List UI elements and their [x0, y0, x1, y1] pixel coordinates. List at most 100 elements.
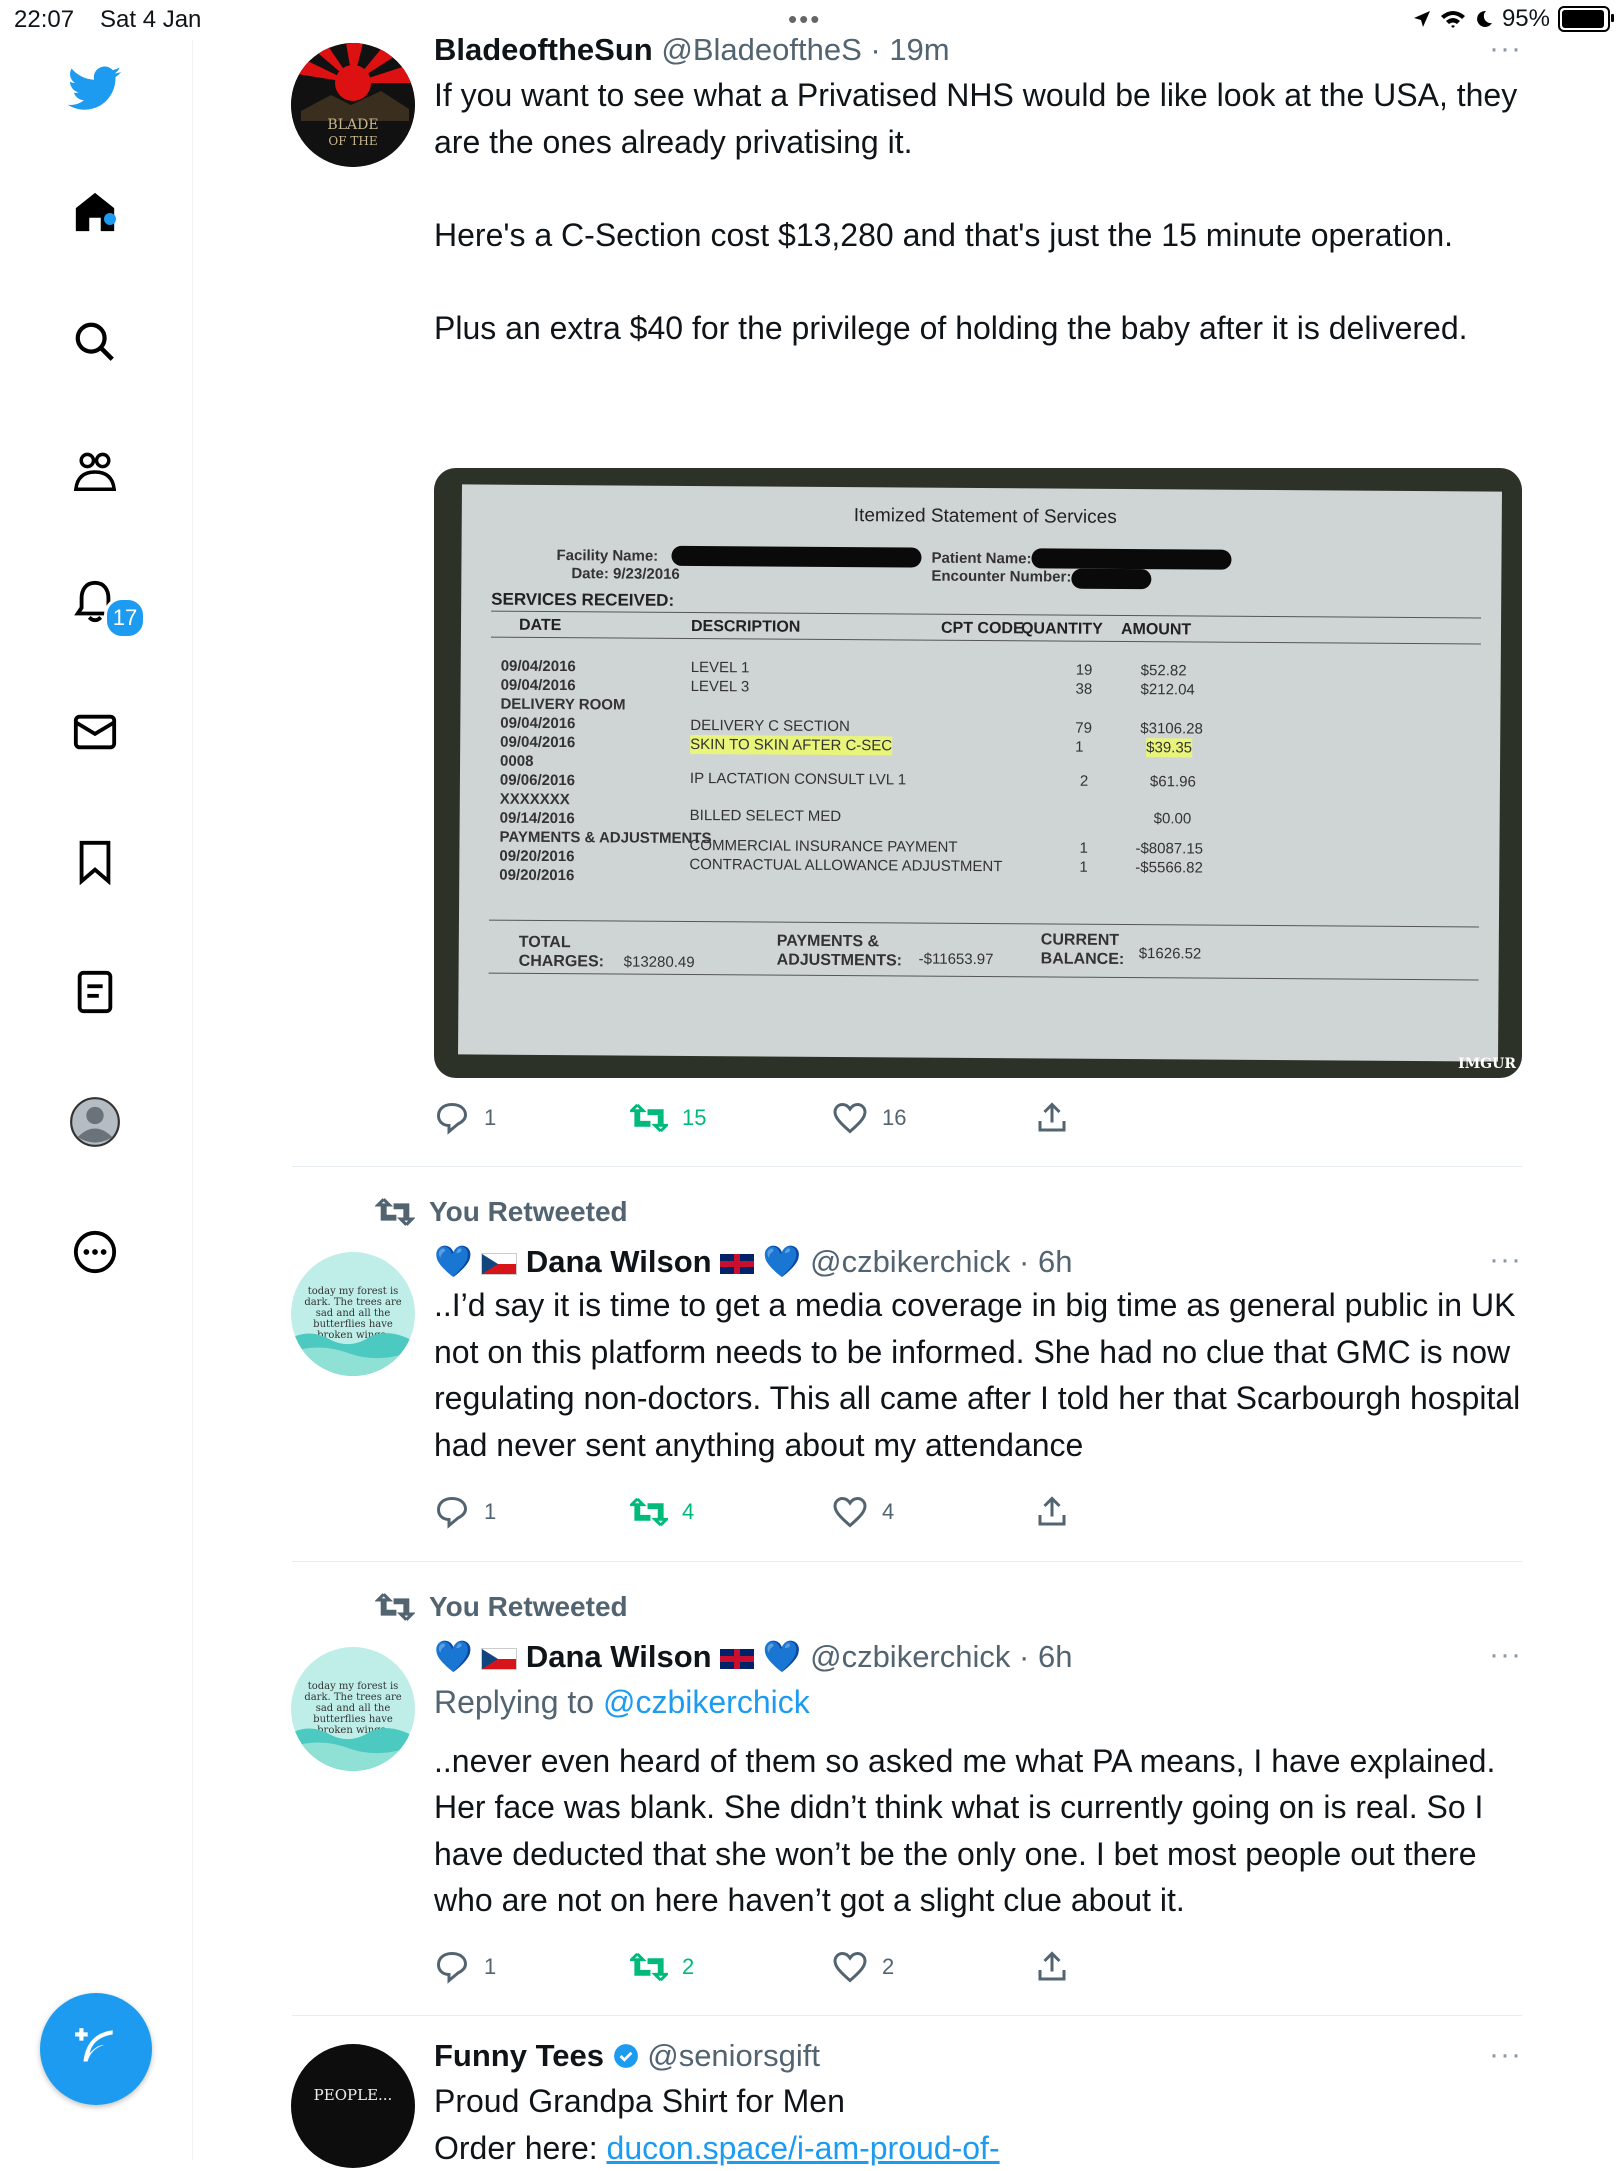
receipt-desc-csection: DELIVERY C SECTION — [690, 716, 850, 736]
like-button[interactable]: 2 — [832, 1949, 1034, 1985]
retweeted-label: You Retweeted — [429, 1591, 628, 1623]
home-icon[interactable] — [66, 183, 124, 241]
retweet-small-icon — [375, 1590, 415, 1624]
receipt-amt-lactation: $61.96 — [1150, 772, 1196, 791]
tweet-more-icon[interactable]: ··· — [1489, 1243, 1522, 1277]
blue-heart-icon: 💙 — [763, 1244, 802, 1279]
tweet-author-handle[interactable]: @BladeoftheS — [661, 32, 861, 67]
like-button[interactable]: 4 — [832, 1494, 1034, 1530]
multitask-dots-icon[interactable]: ••• — [788, 4, 821, 35]
reply-button[interactable]: 1 — [434, 1100, 630, 1136]
tweet-author-name[interactable]: Funny Tees — [434, 2038, 604, 2073]
reply-icon — [434, 1100, 470, 1136]
bookmarks-icon[interactable] — [66, 833, 124, 891]
twitter-logo-icon[interactable] — [66, 60, 124, 118]
retweeted-indicator: You Retweeted — [375, 1195, 628, 1229]
do-not-disturb-icon — [1474, 9, 1494, 29]
receipt-rule — [489, 973, 1479, 981]
tweet-image[interactable]: Itemized Statement of Services Facility … — [434, 468, 1522, 1078]
receipt-qty-levels: 19 38 — [1076, 661, 1093, 699]
share-icon — [1034, 1949, 1070, 1985]
retweet-button[interactable]: 4 — [630, 1494, 832, 1530]
receipt-desc-lactation: IP LACTATION CONSULT LVL 1 — [690, 769, 906, 790]
share-button[interactable] — [1034, 1949, 1070, 1985]
czech-flag-icon — [481, 1253, 517, 1275]
receipt-amt-billed: $0.00 — [1154, 809, 1192, 828]
receipt-dates: 09/04/2016 09/04/2016 DELIVERY ROOM 09/0… — [499, 657, 713, 886]
tweet-text: Proud Grandpa Shirt for Men — [434, 2078, 1522, 2125]
receipt-patient-label: Patient Name: — [931, 550, 1031, 568]
redaction-bar — [1071, 569, 1151, 590]
receipt-rule — [491, 611, 1481, 619]
receipt-payments-value: -$11653.97 — [919, 950, 994, 970]
messages-icon[interactable] — [66, 703, 124, 761]
compose-feather-icon — [71, 2024, 121, 2074]
reply-icon — [434, 1494, 470, 1530]
receipt-desc-billed: BILLED SELECT MED — [690, 806, 842, 826]
search-icon[interactable] — [66, 313, 124, 371]
reply-count: 1 — [484, 1954, 496, 1980]
profile-avatar-icon[interactable] — [66, 1093, 124, 1151]
avatar[interactable]: today my forest is dark. The trees are s… — [291, 1252, 415, 1376]
receipt-facility-label: Facility Name: — [556, 547, 658, 565]
blue-heart-icon: 💙 — [763, 1639, 802, 1674]
avatar-shirt-text: PEOPLE... — [291, 2086, 415, 2104]
lists-icon[interactable] — [66, 963, 124, 1021]
tweet-author-name[interactable]: BladeoftheSun — [434, 32, 653, 67]
tweet-text: ..I’d say it is time to get a media cove… — [434, 1282, 1522, 1468]
tweet-author-handle[interactable]: @czbikerchick — [810, 1244, 1010, 1279]
compose-tweet-button[interactable] — [40, 1993, 152, 2105]
share-button[interactable] — [1034, 1494, 1070, 1530]
tweet-author-handle[interactable]: @seniorsgift — [647, 2038, 820, 2073]
receipt-amt-csection: $3106.28 — [1140, 719, 1203, 738]
avatar[interactable]: PEOPLE... — [291, 2044, 415, 2168]
tweet-text: ..never even heard of them so asked me w… — [434, 1738, 1522, 1924]
retweeted-indicator: You Retweeted — [375, 1590, 628, 1624]
avatar[interactable]: today my forest is dark. The trees are s… — [291, 1647, 415, 1771]
receipt-qty-lactation: 2 — [1080, 772, 1088, 791]
tweet-more-icon[interactable]: ··· — [1489, 32, 1522, 66]
tweet-time[interactable]: 6h — [1038, 1244, 1072, 1279]
like-count: 4 — [882, 1499, 894, 1525]
redaction-bar — [1031, 548, 1231, 569]
tweet-more-icon[interactable]: ··· — [1489, 1638, 1522, 1672]
heart-icon — [832, 1494, 868, 1530]
tweet-more-icon[interactable]: ··· — [1489, 2038, 1522, 2072]
like-count: 2 — [882, 1954, 894, 1980]
tweet-author-name[interactable]: Dana Wilson — [526, 1244, 712, 1279]
reply-count: 1 — [484, 1105, 496, 1131]
tweet-author-handle[interactable]: @czbikerchick — [810, 1639, 1010, 1674]
reply-button[interactable]: 1 — [434, 1494, 630, 1530]
reply-button[interactable]: 1 — [434, 1949, 630, 1985]
reply-count: 1 — [484, 1499, 496, 1525]
avatar[interactable]: BLADE OF THE — [291, 43, 415, 167]
retweet-icon — [630, 1494, 668, 1530]
tweet-time[interactable]: 6h — [1038, 1639, 1072, 1674]
communities-icon[interactable] — [66, 443, 124, 501]
more-options-icon[interactable] — [66, 1223, 124, 1281]
heart-icon — [832, 1100, 868, 1136]
tweet-actions: 1 15 16 — [434, 1100, 1070, 1136]
tweet-time[interactable]: 19m — [889, 32, 949, 67]
replying-prefix: Replying to — [434, 1684, 603, 1720]
share-button[interactable] — [1034, 1100, 1070, 1136]
tweet-link-line: Order here: ducon.space/i-am-proud-of- — [434, 2125, 1522, 2171]
svg-text:BLADE: BLADE — [327, 117, 378, 133]
retweet-button[interactable]: 2 — [630, 1949, 832, 1985]
retweet-count: 2 — [682, 1954, 694, 1980]
share-icon — [1034, 1100, 1070, 1136]
tweet-text: If you want to see what a Privatised NHS… — [434, 72, 1522, 351]
retweet-small-icon — [375, 1195, 415, 1229]
receipt-encounter-label: Encounter Number: — [931, 568, 1071, 586]
link-prefix: Order here: — [434, 2130, 607, 2166]
tweet-link[interactable]: ducon.space/i-am-proud-of- — [607, 2130, 1000, 2166]
retweeted-label: You Retweeted — [429, 1196, 628, 1228]
like-button[interactable]: 16 — [832, 1100, 1034, 1136]
redaction-bar — [671, 546, 921, 568]
replying-to-handle[interactable]: @czbikerchick — [603, 1684, 810, 1720]
tweet-author-name[interactable]: Dana Wilson — [526, 1639, 712, 1674]
retweet-button[interactable]: 15 — [630, 1100, 832, 1136]
notifications-badge: 17 — [104, 597, 146, 639]
receipt-col-date: DATE — [519, 617, 561, 635]
receipt-total-label: TOTAL CHARGES: — [519, 933, 605, 972]
